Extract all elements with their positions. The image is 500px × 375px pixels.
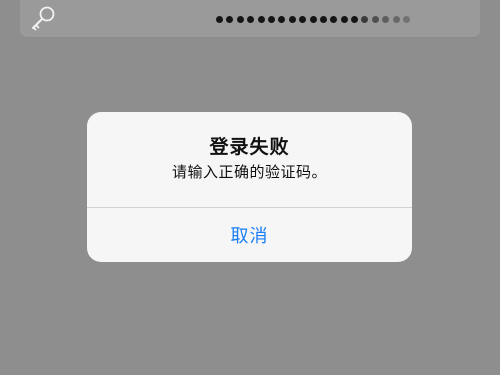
password-dot: [288, 15, 296, 23]
password-dot: [299, 15, 307, 23]
login-failed-alert: 登录失败 请输入正确的验证码。 取消: [87, 112, 412, 262]
password-dot: [257, 15, 265, 23]
password-dot: [403, 15, 411, 23]
key-icon: [28, 4, 58, 34]
password-dot: [361, 15, 369, 23]
password-dot: [371, 15, 379, 23]
password-dot: [216, 15, 223, 23]
password-dot: [392, 15, 400, 23]
password-dot: [309, 15, 317, 23]
password-dot: [351, 15, 359, 23]
password-dot: [319, 15, 327, 23]
alert-title: 登录失败: [209, 136, 290, 158]
password-dot: [382, 15, 390, 23]
password-dots: [216, 12, 411, 26]
password-dot: [236, 15, 244, 23]
password-dot: [278, 15, 286, 23]
password-dot: [247, 15, 255, 23]
password-dot: [340, 15, 348, 23]
password-field: [20, 0, 480, 38]
password-dot: [267, 15, 275, 23]
alert-message: 请输入正确的验证码。: [171, 163, 327, 181]
password-dot: [226, 15, 234, 23]
password-dot: [330, 15, 338, 23]
cancel-button[interactable]: 取消: [87, 208, 412, 261]
alert-body: 登录失败 请输入正确的验证码。: [87, 112, 412, 208]
